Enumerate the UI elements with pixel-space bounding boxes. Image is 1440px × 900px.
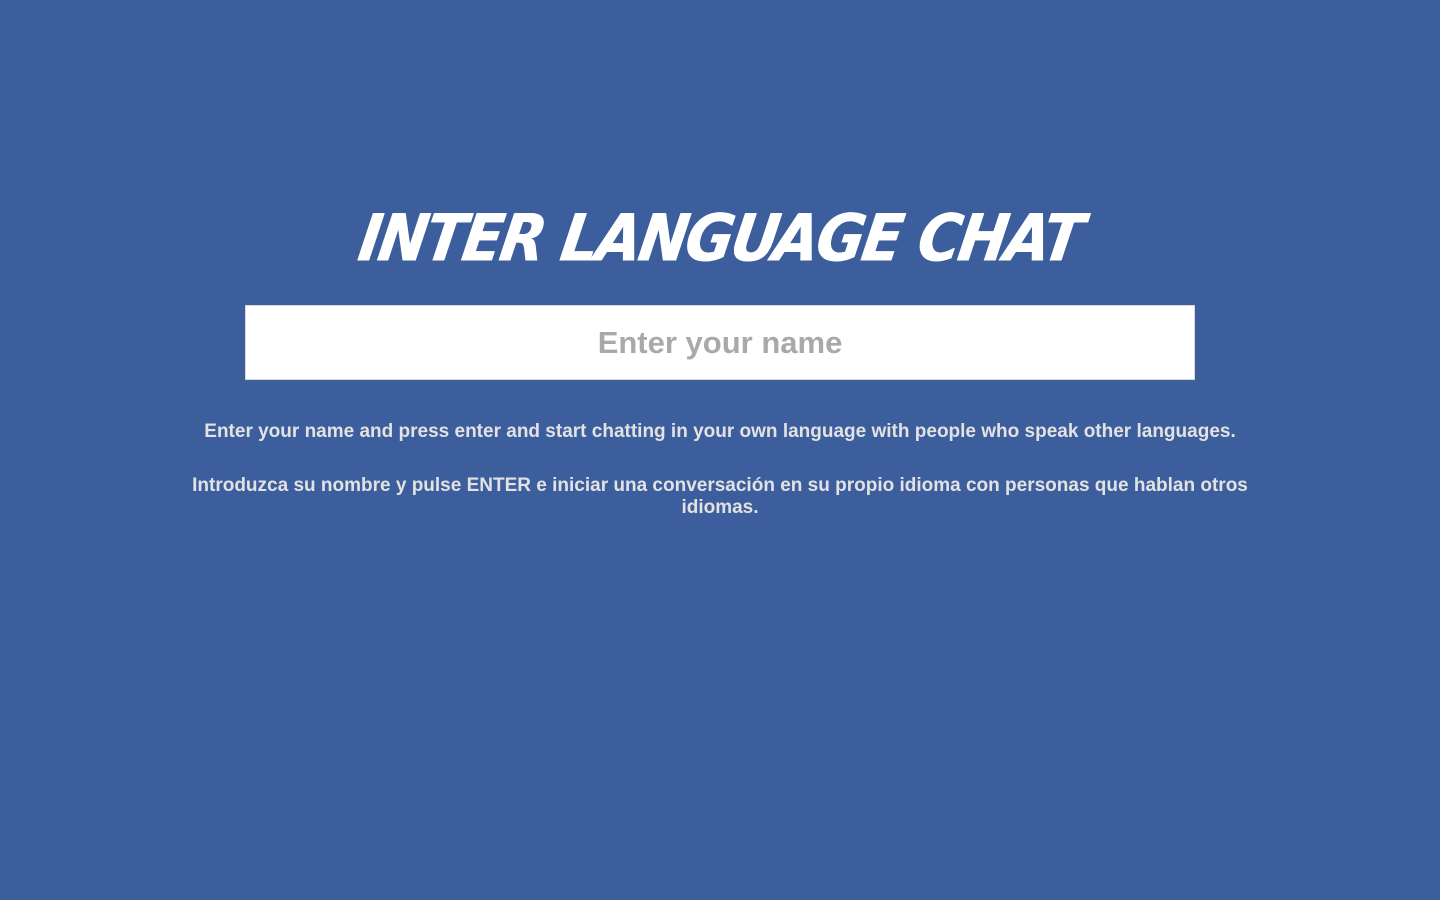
app-title: Inter Language Chat bbox=[353, 199, 1087, 277]
instructions-english: Enter your name and press enter and star… bbox=[204, 421, 1236, 442]
name-input[interactable] bbox=[245, 305, 1195, 380]
instructions-spanish: Introduzca su nombre y pulse ENTER e ini… bbox=[192, 475, 1248, 518]
